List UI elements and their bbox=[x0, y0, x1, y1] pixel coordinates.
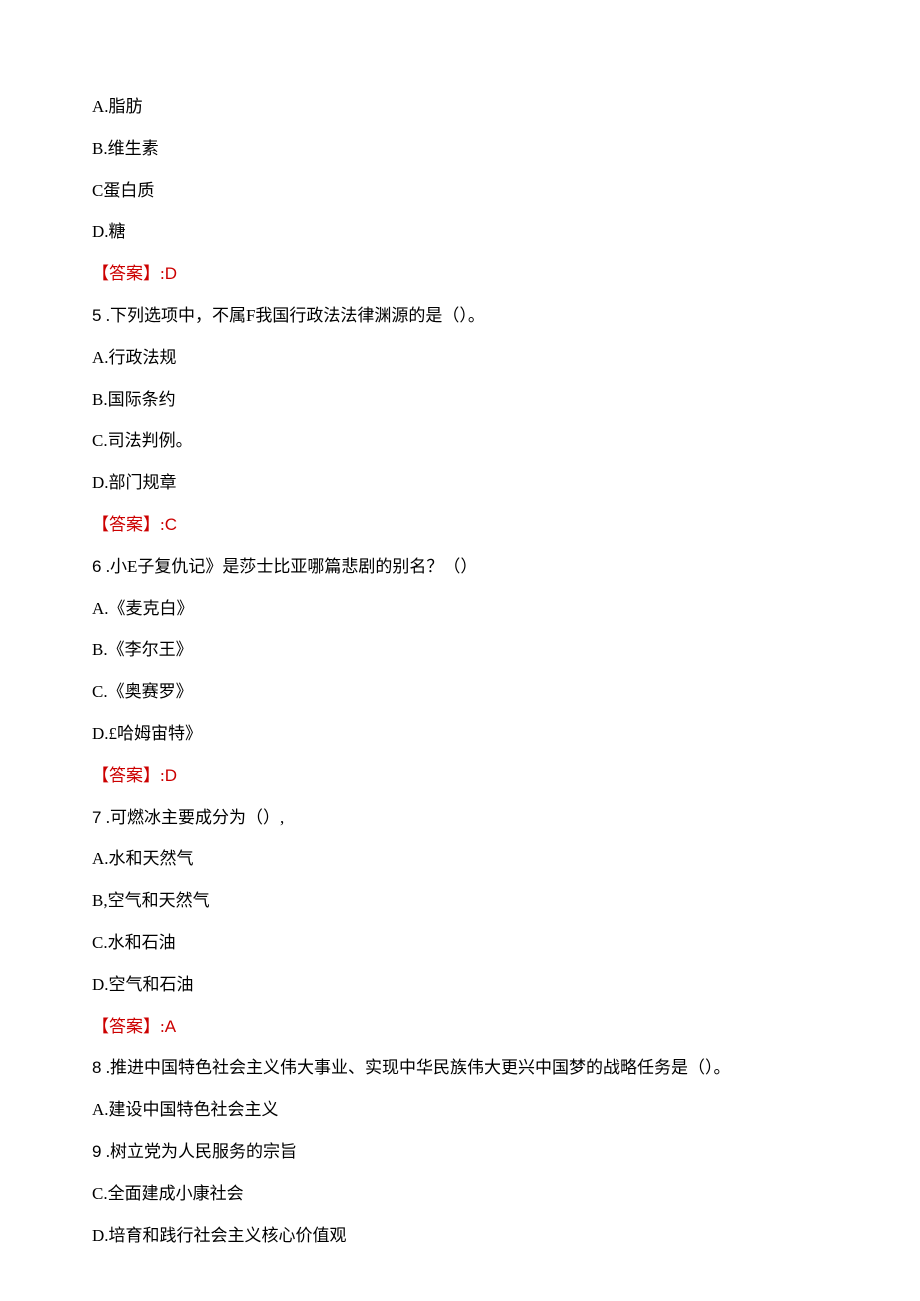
q6-option-c: C.《奥赛罗》 bbox=[92, 680, 828, 704]
question-text: .下列选项中，不属F我国行政法法律渊源的是（）。 bbox=[101, 306, 484, 325]
q9-option-c: C.全面建成小康社会 bbox=[92, 1182, 828, 1206]
q5-answer: 【答案】:C bbox=[92, 513, 828, 537]
q8-question: 8 .推进中国特色社会主义伟大事业、实现中华民族伟大更兴中国梦的战略任务是（）。 bbox=[92, 1056, 828, 1080]
q6-option-d: D.£哈姆宙特》 bbox=[92, 722, 828, 746]
q5-option-c: C.司法判例。 bbox=[92, 429, 828, 453]
q7-answer: 【答案】:A bbox=[92, 1015, 828, 1039]
q4-option-a: A.脂肪 bbox=[92, 95, 828, 119]
q7-option-b: B,空气和天然气 bbox=[92, 889, 828, 913]
q5-question: 5 .下列选项中，不属F我国行政法法律渊源的是（）。 bbox=[92, 304, 828, 328]
q4-option-c: C蛋白质 bbox=[92, 179, 828, 203]
answer-label: 【答案】: bbox=[92, 766, 165, 785]
question-text: .可燃冰主要成分为（）, bbox=[101, 808, 284, 827]
q7-question: 7 .可燃冰主要成分为（）, bbox=[92, 806, 828, 830]
q4-option-d: D.糖 bbox=[92, 220, 828, 244]
answer-label: 【答案】: bbox=[92, 515, 165, 534]
q4-option-b: B.维生素 bbox=[92, 137, 828, 161]
q6-question: 6 .小E子复仇记》是莎士比亚哪篇悲剧的别名？（） bbox=[92, 555, 828, 579]
question-text: .树立党为人民服务的宗旨 bbox=[101, 1142, 297, 1161]
answer-value: C bbox=[165, 515, 177, 534]
q5-option-b: B.国际条约 bbox=[92, 388, 828, 412]
document-content: A.脂肪 B.维生素 C蛋白质 D.糖 【答案】:D 5 .下列选项中，不属F我… bbox=[92, 95, 828, 1247]
q7-option-c: C.水和石油 bbox=[92, 931, 828, 955]
q6-answer: 【答案】:D bbox=[92, 764, 828, 788]
answer-value: D bbox=[165, 766, 177, 785]
q9-question: 9 .树立党为人民服务的宗旨 bbox=[92, 1140, 828, 1164]
q4-answer: 【答案】:D bbox=[92, 262, 828, 286]
answer-value: D bbox=[165, 264, 177, 283]
question-text: .小E子复仇记》是莎士比亚哪篇悲剧的别名？（） bbox=[101, 557, 477, 576]
q6-option-b: B.《李尔王》 bbox=[92, 638, 828, 662]
answer-label: 【答案】: bbox=[92, 1017, 165, 1036]
q6-option-a: A.《麦克白》 bbox=[92, 597, 828, 621]
q8-option-a: A.建设中国特色社会主义 bbox=[92, 1098, 828, 1122]
answer-value: A bbox=[165, 1017, 176, 1036]
q5-option-a: A.行政法规 bbox=[92, 346, 828, 370]
q7-option-a: A.水和天然气 bbox=[92, 847, 828, 871]
answer-label: 【答案】: bbox=[92, 264, 165, 283]
q5-option-d: D.部门规章 bbox=[92, 471, 828, 495]
q9-option-d: D.培育和践行社会主义核心价值观 bbox=[92, 1224, 828, 1248]
question-text: .推进中国特色社会主义伟大事业、实现中华民族伟大更兴中国梦的战略任务是（）。 bbox=[101, 1058, 730, 1077]
q7-option-d: D.空气和石油 bbox=[92, 973, 828, 997]
